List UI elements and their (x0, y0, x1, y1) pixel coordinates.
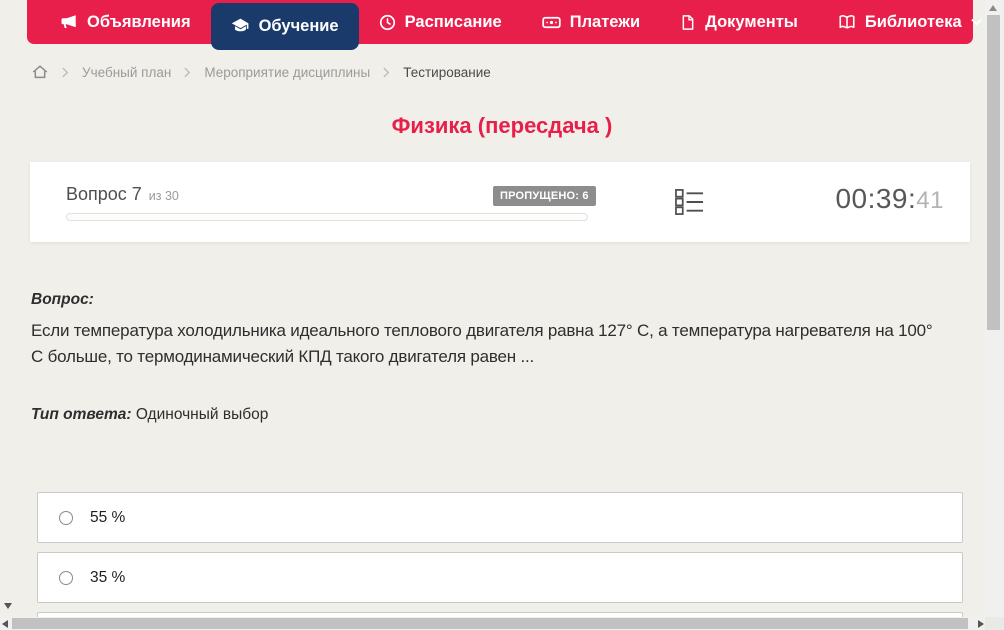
skipped-badge: ПРОПУЩЕНО: 6 (493, 186, 596, 206)
question-prompt-label: Вопрос: (31, 291, 94, 308)
question-number: Вопрос 7 (66, 184, 142, 204)
question-header-card: Вопрос 7 из 30 ПРОПУЩЕНО: 6 00:39:41 (30, 162, 970, 242)
graduation-cap-icon (231, 17, 250, 36)
horizontal-scrollbar[interactable] (0, 617, 987, 630)
tab-learning[interactable]: Обучение (210, 3, 359, 50)
answer-option-label: 35 % (90, 568, 126, 586)
radio-icon[interactable] (59, 570, 73, 585)
question-progress-bar (66, 213, 588, 221)
breadcrumb-separator-icon (184, 67, 191, 78)
answer-option-label: 55 % (90, 508, 126, 526)
answer-option-2[interactable]: 35 % (37, 552, 963, 603)
tab-schedule[interactable]: Расписание (359, 0, 522, 44)
clock-icon (379, 14, 396, 31)
answer-type-value: Одиночный выбор (135, 406, 269, 423)
tab-payments[interactable]: Платежи (522, 0, 660, 44)
scroll-down-arrow-icon[interactable] (4, 603, 12, 609)
question-counter: Вопрос 7 из 30 (66, 184, 179, 205)
question-total: из 30 (148, 189, 179, 203)
tab-label: Расписание (404, 12, 502, 31)
tab-announcements[interactable]: Объявления (40, 0, 211, 44)
chevron-down-icon (970, 18, 982, 26)
tab-documents[interactable]: Документы (660, 0, 818, 44)
radio-icon[interactable] (59, 510, 73, 525)
scroll-right-arrow-icon[interactable] (978, 620, 984, 628)
countdown-timer: 00:39:41 (835, 183, 944, 215)
document-icon (680, 14, 696, 31)
timer-seconds: 41 (916, 187, 944, 214)
timer-hours-minutes: 00:39: (835, 183, 917, 214)
answer-options: 55 % 35 % (37, 492, 963, 630)
answer-option-1[interactable]: 55 % (37, 492, 963, 543)
tab-label: Документы (705, 12, 798, 31)
open-book-icon (838, 13, 856, 31)
breadcrumb-separator-icon (383, 67, 390, 78)
question-text: Если температура холодильника идеального… (31, 321, 933, 366)
tab-label: Библиотека (864, 12, 962, 31)
breadcrumb-item-testing: Тестирование (403, 64, 491, 80)
breadcrumb: Учебный план Мероприятие дисциплины Тест… (31, 60, 491, 84)
scroll-left-arrow-icon[interactable] (2, 620, 8, 628)
tab-label: Платежи (569, 12, 641, 31)
answer-type-label: Тип ответа: (31, 406, 132, 423)
megaphone-icon (60, 13, 78, 31)
cash-icon (542, 13, 561, 32)
horizontal-scrollbar-thumb[interactable] (12, 618, 968, 629)
home-icon[interactable] (31, 63, 49, 81)
question-list-icon[interactable] (675, 188, 704, 221)
answer-type-row: Тип ответа: Одиночный выбор (31, 406, 939, 424)
breadcrumb-item-discipline-event[interactable]: Мероприятие дисциплины (204, 65, 370, 80)
breadcrumb-separator-icon (62, 67, 69, 78)
tab-library[interactable]: Библиотека (818, 0, 1002, 44)
tab-label: Объявления (87, 12, 191, 31)
scrollbar-corner (985, 617, 1004, 630)
breadcrumb-item-curriculum[interactable]: Учебный план (82, 65, 171, 80)
page-title: Физика (пересдача ) (391, 113, 613, 138)
scroll-up-arrow-icon[interactable] (989, 5, 997, 11)
tab-label: Обучение (258, 17, 339, 35)
vertical-scrollbar-thumb[interactable] (987, 15, 1000, 330)
main-navbar: Объявления Обучение Расписание Платежи Д… (27, 0, 982, 50)
question-body: Вопрос: Если температура холодильника ид… (31, 291, 939, 424)
vertical-scrollbar[interactable] (985, 0, 1002, 617)
